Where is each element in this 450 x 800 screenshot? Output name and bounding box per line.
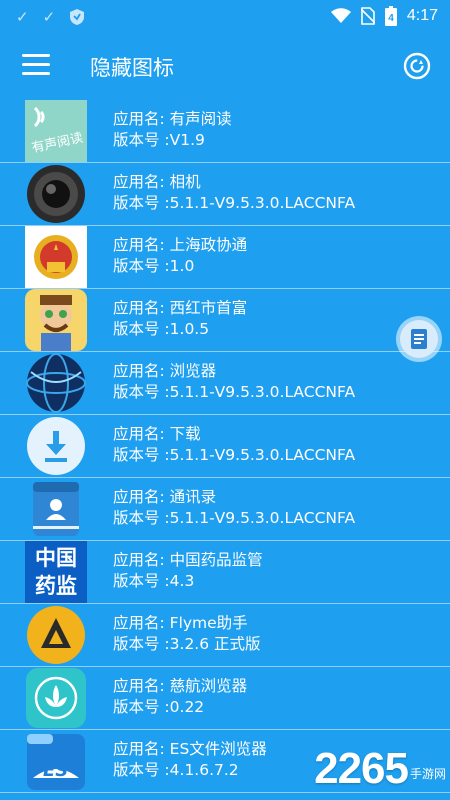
app-version: 版本号 :0.22 bbox=[113, 698, 205, 716]
watermark: 2265 手游网 bbox=[314, 744, 446, 794]
refresh-button[interactable] bbox=[402, 51, 432, 81]
lotus-icon bbox=[25, 667, 87, 729]
app-name: 应用名: 下载 bbox=[113, 425, 201, 443]
app-version: 版本号 :5.1.1-V9.5.3.0.LACCNFA bbox=[113, 446, 356, 464]
app-name: 应用名: 有声阅读 bbox=[113, 110, 232, 128]
shield-icon bbox=[70, 9, 85, 25]
list-item[interactable]: 应用名: 浏览器 版本号 :5.1.1-V9.5.3.0.LACCNFA bbox=[0, 352, 450, 415]
list-item[interactable]: 应用名: 通讯录 版本号 :5.1.1-V9.5.3.0.LACCNFA bbox=[0, 478, 450, 541]
list-item[interactable]: 应用名: 西红市首富 版本号 :1.0.5 bbox=[0, 289, 450, 352]
check-icon: ✓ bbox=[42, 8, 56, 26]
download-icon bbox=[25, 415, 87, 477]
floating-notes-button[interactable] bbox=[400, 320, 438, 358]
drug-icon-line1: 中国 bbox=[35, 546, 77, 570]
emblem-icon bbox=[25, 226, 87, 288]
app-name: 应用名: 浏览器 bbox=[113, 362, 217, 380]
no-sim-icon bbox=[360, 7, 375, 25]
app-name: 应用名: 西红市首富 bbox=[113, 299, 248, 317]
list-item[interactable]: 应用名: Flyme助手 版本号 :3.2.6 正式版 bbox=[0, 604, 450, 667]
app-version: 版本号 :V1.9 bbox=[113, 131, 205, 149]
battery-icon: 4 bbox=[384, 6, 397, 26]
app-version: 版本号 :5.1.1-V9.5.3.0.LACCNFA bbox=[113, 383, 356, 401]
app-name: 应用名: 上海政协通 bbox=[113, 236, 248, 254]
es-icon-text: ES bbox=[43, 760, 69, 781]
list-item[interactable]: 应用名: 下载 版本号 :5.1.1-V9.5.3.0.LACCNFA bbox=[0, 415, 450, 478]
list-item[interactable]: 应用名: 上海政协通 版本号 :1.0 bbox=[0, 226, 450, 289]
wifi-icon bbox=[330, 8, 351, 23]
list-item[interactable]: 中国 药监 应用名: 中国药品监管 版本号 :4.3 bbox=[0, 541, 450, 604]
watermark-suffix: 手游网 bbox=[409, 767, 446, 781]
app-version: 版本号 :1.0.5 bbox=[113, 320, 210, 338]
app-version: 版本号 :3.2.6 正式版 bbox=[113, 635, 261, 653]
audiobook-icon: 有声阅读 bbox=[25, 100, 87, 162]
app-name: 应用名: ES文件浏览器 bbox=[113, 740, 267, 758]
menu-icon bbox=[22, 54, 50, 57]
watermark-number: 2265 bbox=[314, 744, 409, 793]
battery-level: 4 bbox=[388, 13, 394, 24]
app-version: 版本号 :1.0 bbox=[113, 257, 195, 275]
list-item[interactable]: 有声阅读 应用名: 有声阅读 版本号 :V1.9 bbox=[0, 100, 450, 163]
notification-icons: ✓ ✓ bbox=[16, 8, 85, 26]
app-name: 应用名: Flyme助手 bbox=[113, 614, 248, 632]
drug-icon-line2: 药监 bbox=[35, 574, 77, 598]
globe-icon bbox=[25, 352, 87, 414]
app-bar: 隐藏图标 bbox=[0, 34, 450, 100]
list-item[interactable]: 应用名: 慈航浏览器 版本号 :0.22 bbox=[0, 667, 450, 730]
flyme-icon bbox=[25, 604, 87, 666]
app-name: 应用名: 通讯录 bbox=[113, 488, 217, 506]
clock: 4:17 bbox=[406, 7, 438, 24]
app-name: 应用名: 中国药品监管 bbox=[113, 551, 263, 569]
app-version: 版本号 :5.1.1-V9.5.3.0.LACCNFA bbox=[113, 509, 356, 527]
app-version: 版本号 :5.1.1-V9.5.3.0.LACCNFA bbox=[113, 194, 356, 212]
rich-man-icon bbox=[25, 289, 87, 351]
app-name: 应用名: 慈航浏览器 bbox=[113, 677, 248, 695]
app-version: 版本号 :4.1.6.7.2 bbox=[113, 761, 239, 779]
app-version: 版本号 :4.3 bbox=[113, 572, 195, 590]
camera-icon bbox=[25, 163, 87, 225]
contacts-icon bbox=[25, 478, 87, 540]
document-icon bbox=[411, 329, 427, 349]
list-item[interactable]: 应用名: 相机 版本号 :5.1.1-V9.5.3.0.LACCNFA bbox=[0, 163, 450, 226]
check-icon: ✓ bbox=[16, 8, 29, 26]
drug-supervision-icon: 中国 药监 bbox=[25, 541, 87, 603]
es-file-icon: ES bbox=[25, 730, 87, 792]
app-name: 应用名: 相机 bbox=[113, 173, 201, 191]
page-title: 隐藏图标 bbox=[90, 56, 174, 80]
status-bar: ✓ ✓ 4 4:17 bbox=[0, 0, 450, 34]
menu-button[interactable] bbox=[22, 54, 50, 78]
hidden-app-list: 有声阅读 应用名: 有声阅读 版本号 :V1.9 应用名: 相机 版本号 :5.… bbox=[0, 100, 450, 800]
